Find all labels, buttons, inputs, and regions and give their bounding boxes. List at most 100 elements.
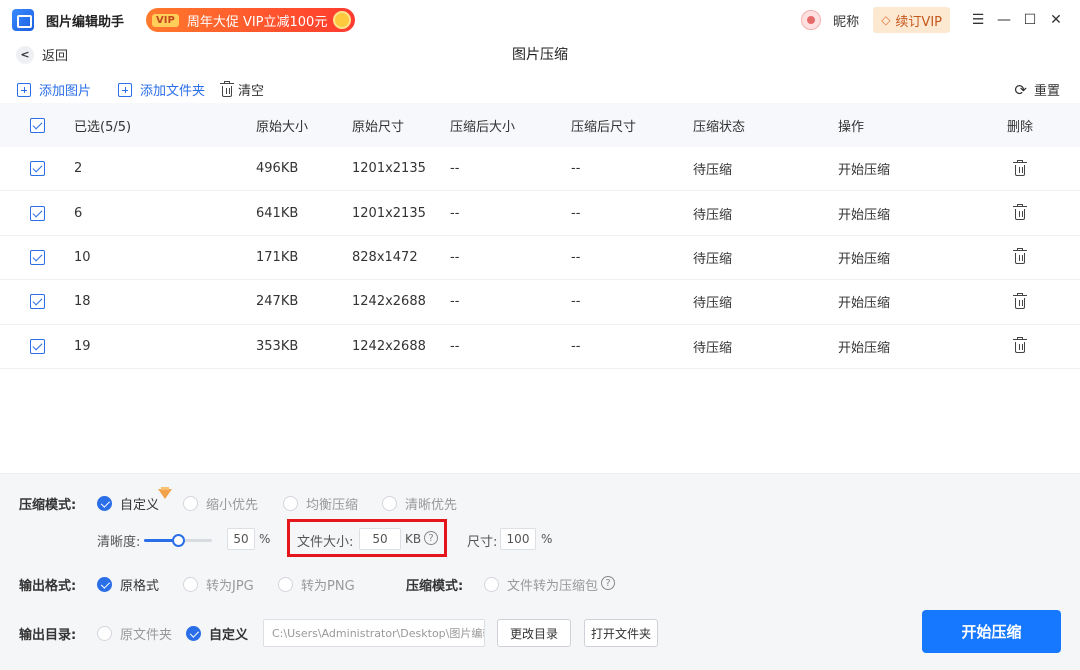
header-delete: 删除 bbox=[1007, 119, 1034, 135]
format-jpg-radio[interactable]: 转为JPG bbox=[183, 575, 254, 594]
mode-small-radio[interactable]: 缩小优先 bbox=[183, 494, 258, 513]
open-folder-button[interactable]: 打开文件夹 bbox=[584, 619, 658, 647]
start-compress-link[interactable]: 开始压缩 bbox=[838, 159, 890, 178]
dimension-label: 尺寸: bbox=[467, 535, 498, 550]
dir-custom-radio[interactable]: 自定义 bbox=[186, 624, 248, 643]
orig-dim: 1201x2135 bbox=[352, 161, 426, 177]
reset-button[interactable]: ⟳ 重置 bbox=[1014, 80, 1060, 100]
radio-checked-icon bbox=[97, 496, 112, 511]
menu-icon[interactable]: ☰ bbox=[966, 8, 990, 32]
status: 待压缩 bbox=[693, 163, 733, 179]
add-folder-icon bbox=[118, 82, 132, 97]
row-checkbox[interactable] bbox=[30, 294, 45, 310]
add-image-icon bbox=[17, 82, 31, 97]
output-path-input[interactable]: C:\Users\Administrator\Desktop\图片编辑 bbox=[263, 619, 485, 647]
mode-custom-radio[interactable]: 自定义 bbox=[97, 494, 159, 513]
nickname[interactable]: 昵称 bbox=[833, 11, 859, 30]
comp-size: -- bbox=[450, 249, 460, 265]
add-image-button[interactable]: 添加图片 bbox=[17, 80, 91, 99]
table-row: 10 171KB 828x1472 -- -- 待压缩 开始压缩 bbox=[0, 236, 1080, 281]
dir-original-label: 原文件夹 bbox=[120, 628, 173, 643]
header-orig-size: 原始大小 bbox=[256, 119, 309, 135]
status: 待压缩 bbox=[693, 207, 733, 223]
file-name: 6 bbox=[74, 205, 83, 221]
renew-vip-button[interactable]: ◇ 续订VIP bbox=[873, 7, 950, 33]
promo-banner[interactable]: VIP 周年大促 VIP立减100元 bbox=[146, 8, 356, 32]
delete-row-icon[interactable] bbox=[1013, 292, 1027, 310]
start-compress-link[interactable]: 开始压缩 bbox=[838, 248, 890, 267]
clear-button[interactable]: 清空 bbox=[220, 80, 264, 99]
table-row: 18 247KB 1242x2688 -- -- 待压缩 开始压缩 bbox=[0, 280, 1080, 325]
maximize-icon[interactable]: ☐ bbox=[1018, 8, 1042, 32]
row-checkbox[interactable] bbox=[30, 249, 45, 265]
orig-size: 641KB bbox=[256, 205, 299, 221]
close-icon[interactable]: ✕ bbox=[1044, 8, 1068, 32]
mode-clarity-radio[interactable]: 清晰优先 bbox=[382, 494, 457, 513]
header-action: 操作 bbox=[838, 119, 865, 135]
reset-label: 重置 bbox=[1033, 84, 1060, 99]
delete-row-icon[interactable] bbox=[1013, 337, 1027, 354]
start-compress-link[interactable]: 开始压缩 bbox=[838, 337, 890, 356]
format-png-radio[interactable]: 转为PNG bbox=[278, 575, 355, 594]
start-compress-link[interactable]: 开始压缩 bbox=[838, 204, 890, 223]
comp-dim: -- bbox=[571, 161, 581, 177]
back-button[interactable]: < 返回 bbox=[16, 45, 68, 64]
delete-row-icon[interactable] bbox=[1013, 248, 1027, 265]
output-format-label: 输出格式: bbox=[19, 579, 77, 594]
minimize-icon[interactable]: — bbox=[992, 8, 1016, 32]
orig-size: 353KB bbox=[256, 338, 299, 354]
clarity-slider-handle[interactable] bbox=[172, 534, 185, 547]
add-image-label: 添加图片 bbox=[39, 84, 92, 99]
select-all-checkbox[interactable] bbox=[30, 117, 45, 133]
orig-size: 171KB bbox=[256, 249, 299, 265]
clarity-label: 清晰度: bbox=[97, 535, 141, 550]
format-original-radio[interactable]: 原格式 bbox=[97, 575, 159, 594]
delete-row-icon[interactable] bbox=[1013, 159, 1027, 177]
file-name: 2 bbox=[74, 161, 83, 177]
start-compress-button[interactable]: 开始压缩 bbox=[922, 610, 1061, 653]
comp-dim: -- bbox=[571, 338, 581, 354]
row-checkbox[interactable] bbox=[30, 338, 45, 354]
radio-icon bbox=[278, 577, 293, 592]
clarity-slider[interactable] bbox=[144, 534, 212, 547]
compress-mode-label: 压缩模式: bbox=[19, 498, 77, 513]
row-checkbox[interactable] bbox=[30, 205, 45, 221]
header-orig-dim: 原始尺寸 bbox=[352, 119, 405, 135]
clarity-input[interactable]: 50 bbox=[227, 528, 255, 550]
dimension-input[interactable]: 100 bbox=[500, 528, 536, 550]
dir-original-radio[interactable]: 原文件夹 bbox=[97, 624, 172, 643]
app-logo-icon bbox=[12, 9, 34, 31]
header-comp-size: 压缩后大小 bbox=[450, 119, 516, 135]
mode-balanced-radio[interactable]: 均衡压缩 bbox=[283, 494, 358, 513]
add-folder-button[interactable]: 添加文件夹 bbox=[118, 80, 205, 99]
start-compress-link[interactable]: 开始压缩 bbox=[838, 292, 890, 311]
delete-row-icon[interactable] bbox=[1013, 204, 1027, 221]
orig-dim: 1242x2688 bbox=[352, 294, 426, 310]
table-header: 已选(5/5) 原始大小 原始尺寸 压缩后大小 压缩后尺寸 压缩状态 操作 删除 bbox=[0, 103, 1080, 147]
orig-dim: 1201x2135 bbox=[352, 205, 426, 221]
radio-icon bbox=[183, 577, 198, 592]
toolbar: 添加图片 添加文件夹 清空 ⟳ 重置 bbox=[0, 76, 1080, 102]
header-status: 压缩状态 bbox=[693, 119, 746, 135]
radio-icon bbox=[484, 577, 499, 592]
add-folder-label: 添加文件夹 bbox=[140, 84, 206, 99]
settings-panel: 压缩模式: 自定义 缩小优先 均衡压缩 清晰优先 清晰度: 50 % 文件大小:… bbox=[0, 473, 1080, 670]
comp-size: -- bbox=[450, 161, 460, 177]
pack-zip-radio[interactable]: 文件转为压缩包 bbox=[484, 575, 598, 594]
mode-custom-label: 自定义 bbox=[120, 498, 160, 513]
pack-zip-label: 文件转为压缩包 bbox=[507, 579, 599, 594]
pack-mode-label: 压缩模式: bbox=[406, 579, 464, 594]
nav-bar: 图片压缩 < 返回 bbox=[0, 40, 1080, 70]
table-row: 6 641KB 1201x2135 -- -- 待压缩 开始压缩 bbox=[0, 191, 1080, 236]
coin-icon bbox=[333, 11, 352, 29]
diamond-icon: ◇ bbox=[881, 13, 891, 27]
title-bar: 图片编辑助手 VIP 周年大促 VIP立减100元 昵称 ◇ 续订VIP ☰ —… bbox=[0, 0, 1080, 40]
status: 待压缩 bbox=[693, 296, 733, 312]
row-checkbox[interactable] bbox=[30, 161, 45, 177]
avatar[interactable] bbox=[801, 10, 822, 30]
comp-dim: -- bbox=[571, 294, 581, 310]
change-dir-button[interactable]: 更改目录 bbox=[497, 619, 571, 647]
format-original-label: 原格式 bbox=[120, 579, 160, 594]
help-icon[interactable]: ? bbox=[601, 576, 615, 590]
orig-dim: 1242x2688 bbox=[352, 338, 426, 354]
